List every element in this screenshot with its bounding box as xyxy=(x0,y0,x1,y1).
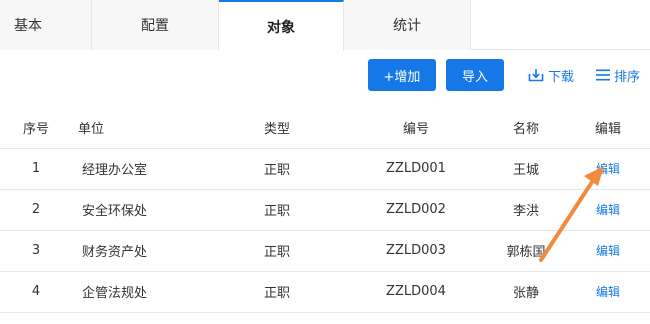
table-row: 1 经理办公室 正职 ZZLD001 王城 编辑 xyxy=(0,148,650,190)
header-type: 类型 xyxy=(256,108,346,149)
row-type: 正职 xyxy=(256,271,346,313)
row-type: 正职 xyxy=(256,148,346,190)
table-row: 2 安全环保处 正职 ZZLD002 李洪 编辑 xyxy=(0,189,650,231)
row-index: 1 xyxy=(0,148,72,190)
row-type: 正职 xyxy=(256,189,346,231)
edit-link[interactable]: 编辑 xyxy=(596,244,620,258)
row-index: 2 xyxy=(0,189,72,231)
tab-bar: 基本 配置 对象 统计 xyxy=(0,0,650,51)
row-name: 李洪 xyxy=(486,189,566,231)
download-button[interactable]: 下载 xyxy=(528,66,574,85)
row-code: ZZLD002 xyxy=(346,189,486,231)
row-name: 王城 xyxy=(486,148,566,190)
row-unit: 企管法规处 xyxy=(72,271,256,313)
header-unit: 单位 xyxy=(72,108,256,149)
table-row: 4 企管法规处 正职 ZZLD004 张静 编辑 xyxy=(0,271,650,313)
download-icon xyxy=(528,68,544,82)
table-row: 3 财务资产处 正职 ZZLD003 郭栋国 编辑 xyxy=(0,230,650,272)
download-label: 下载 xyxy=(547,69,574,85)
header-edit: 编辑 xyxy=(566,108,650,149)
list-sort-icon xyxy=(595,69,610,81)
row-unit: 经理办公室 xyxy=(72,148,256,190)
table-header-row: 序号 单位 类型 编号 名称 编辑 xyxy=(0,108,650,149)
row-code: ZZLD003 xyxy=(346,230,486,272)
row-unit: 财务资产处 xyxy=(72,230,256,272)
header-name: 名称 xyxy=(486,108,566,149)
tab-statistics[interactable]: 统计 xyxy=(344,0,471,50)
header-code: 编号 xyxy=(346,108,486,149)
tab-basic[interactable]: 基本 xyxy=(0,0,92,50)
tab-config[interactable]: 配置 xyxy=(92,0,219,50)
objects-table: 序号 单位 类型 编号 名称 编辑 1 经理办公室 正职 ZZLD001 王城 … xyxy=(0,108,650,313)
row-code: ZZLD004 xyxy=(346,271,486,313)
add-button[interactable]: +增加 xyxy=(367,59,436,91)
sort-button[interactable]: 排序 xyxy=(595,66,640,85)
edit-link[interactable]: 编辑 xyxy=(596,285,620,299)
row-code: ZZLD001 xyxy=(346,148,486,190)
row-name: 张静 xyxy=(486,271,566,313)
row-name: 郭栋国 xyxy=(486,230,566,272)
row-index: 4 xyxy=(0,271,72,313)
edit-link[interactable]: 编辑 xyxy=(596,162,620,176)
tab-objects[interactable]: 对象 xyxy=(219,0,344,51)
row-index: 3 xyxy=(0,230,72,272)
toolbar: +增加 导入 下载 排序 xyxy=(367,59,640,91)
header-index: 序号 xyxy=(0,108,72,149)
import-button[interactable]: 导入 xyxy=(445,59,504,91)
row-unit: 安全环保处 xyxy=(72,189,256,231)
row-type: 正职 xyxy=(256,230,346,272)
tab-bar-filler xyxy=(471,0,650,49)
edit-link[interactable]: 编辑 xyxy=(596,203,620,217)
sort-label: 排序 xyxy=(613,69,640,85)
